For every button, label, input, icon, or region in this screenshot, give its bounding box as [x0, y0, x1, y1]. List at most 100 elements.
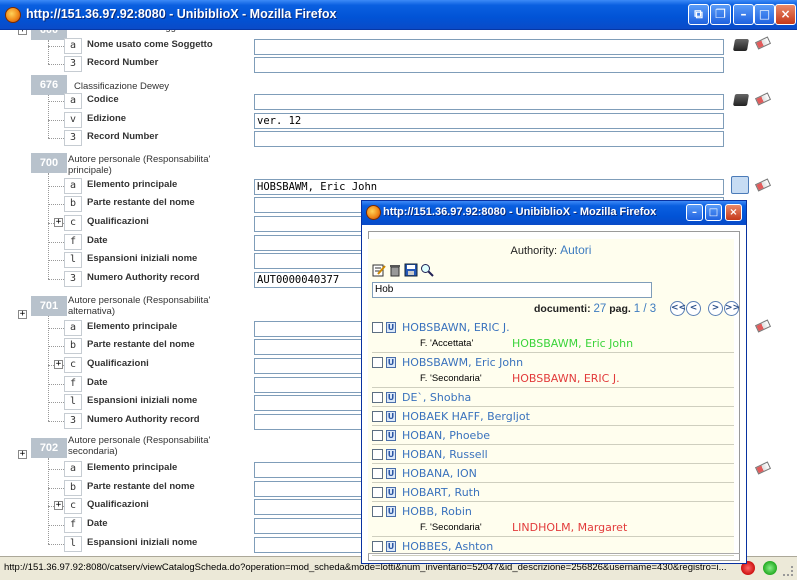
save-icon[interactable]	[404, 262, 418, 277]
select-checkbox[interactable]	[372, 487, 383, 498]
expand-field-702-icon[interactable]: +	[18, 450, 27, 459]
subfield-code-701-3: 3	[64, 413, 82, 429]
result-name[interactable]: HOBBES, Ashton	[402, 540, 493, 553]
popup-horizontal-scrollbar[interactable]	[368, 553, 740, 561]
tree-branch	[48, 242, 64, 243]
record-icon[interactable]: U	[386, 468, 396, 479]
clear-field-icon[interactable]	[754, 319, 772, 333]
subfield-input-700-a[interactable]: HOBSBAWM, Eric John	[254, 179, 724, 195]
next-page-button[interactable]: >	[708, 301, 723, 316]
expand-qualificazioni-icon[interactable]: +	[54, 218, 63, 227]
result-name[interactable]: HOBAN, Phoebe	[402, 429, 490, 442]
result-name[interactable]: HOBAEK HAFF, Bergljot	[402, 410, 530, 423]
popup-title-bar[interactable]: http://151.36.97.92:8080 - UnibiblioX - …	[362, 201, 746, 225]
popup-minimize-button[interactable]: –	[686, 204, 703, 221]
authority-search-input[interactable]: Hob	[372, 282, 652, 298]
minimize-button[interactable]: –	[733, 4, 754, 25]
result-alternate-name[interactable]: HOBSBAWM, Eric John	[512, 337, 633, 350]
subfield-label: Edizione	[87, 113, 127, 124]
result-name[interactable]: HOBSBAWN, ERIC J.	[402, 321, 510, 334]
result-name[interactable]: HOBAN, Russell	[402, 448, 488, 461]
result-name[interactable]: DE`, Shobha	[402, 391, 471, 404]
result-name[interactable]: HOBART, Ruth	[402, 486, 480, 499]
select-checkbox[interactable]	[372, 449, 383, 460]
result-row: U HOBAN, Phoebe	[372, 426, 734, 445]
record-icon[interactable]: U	[386, 541, 396, 552]
record-icon[interactable]: U	[386, 487, 396, 498]
select-checkbox[interactable]	[372, 357, 383, 368]
record-icon[interactable]: U	[386, 506, 396, 517]
record-icon[interactable]: U	[386, 357, 396, 368]
clear-field-icon[interactable]	[754, 461, 772, 475]
record-icon[interactable]: U	[386, 322, 396, 333]
field-heading-600: Nome usato come Soggetto	[74, 30, 374, 33]
result-row: U DE`, Shobha	[372, 388, 734, 407]
field-tag-700: 700	[31, 153, 67, 173]
result-row: U HOBART, Ruth	[372, 483, 734, 502]
result-name[interactable]: HOBANA, ION	[402, 467, 477, 480]
record-icon[interactable]: U	[386, 430, 396, 441]
subfield-label: Codice	[87, 94, 119, 105]
subfield-code-702-c: c	[64, 498, 82, 514]
select-checkbox[interactable]	[372, 541, 383, 552]
expand-qualificazioni-icon[interactable]: +	[54, 501, 63, 510]
clear-field-icon[interactable]	[754, 36, 772, 50]
clear-field-icon[interactable]	[754, 92, 772, 106]
popup-maximize-button[interactable]: □	[705, 204, 722, 221]
subfield-input-600-3[interactable]	[254, 57, 724, 73]
first-page-button[interactable]: <<	[670, 301, 686, 316]
subfield-label: Elemento principale	[87, 462, 178, 473]
select-checkbox[interactable]	[372, 468, 383, 479]
result-alternate-name[interactable]: LINDHOLM, Margaret	[512, 521, 627, 534]
select-checkbox[interactable]	[372, 322, 383, 333]
record-icon[interactable]: U	[386, 449, 396, 460]
ok-icon[interactable]	[763, 561, 777, 575]
restore-window-button[interactable]: ⧉	[688, 4, 709, 25]
subfield-input-600-a[interactable]	[254, 39, 724, 55]
clear-field-icon[interactable]	[754, 178, 772, 192]
close-button[interactable]: ×	[775, 4, 796, 25]
subfield-label: Qualificazioni	[87, 358, 149, 369]
authority-lookup-active-icon[interactable]	[731, 176, 749, 194]
subfield-input-676-a[interactable]	[254, 94, 724, 110]
record-icon[interactable]: U	[386, 392, 396, 403]
subfield-label: Parte restante del nome	[87, 339, 195, 350]
authority-lookup-icon[interactable]	[732, 39, 750, 51]
result-row: U HOBAEK HAFF, Bergljot	[372, 407, 734, 426]
select-checkbox[interactable]	[372, 411, 383, 422]
result-form: F. 'Secondaria'	[420, 522, 482, 533]
subfield-code-701-c: c	[64, 357, 82, 373]
subfield-input-676-v[interactable]: ver. 12	[254, 113, 724, 129]
result-name[interactable]: HOBSBAWM, Eric John	[402, 356, 523, 369]
maximize-button[interactable]: □	[754, 4, 775, 25]
delete-icon[interactable]	[388, 262, 402, 277]
expand-field-701-icon[interactable]: +	[18, 310, 27, 319]
tile-window-button[interactable]: ❐	[710, 4, 731, 25]
subfield-code-700-a: a	[64, 178, 82, 194]
tree-branch	[48, 279, 64, 280]
search-icon[interactable]	[420, 262, 434, 277]
result-name[interactable]: HOBB, Robin	[402, 505, 472, 518]
select-checkbox[interactable]	[372, 392, 383, 403]
record-icon[interactable]: U	[386, 411, 396, 422]
select-checkbox[interactable]	[372, 506, 383, 517]
window-title-bar[interactable]: http://151.36.97.92:8080 - UnibiblioX - …	[0, 0, 797, 30]
resize-grip-icon[interactable]	[783, 566, 793, 576]
edit-icon[interactable]	[372, 262, 386, 277]
prev-page-button[interactable]: <	[686, 301, 701, 316]
subfield-label: Qualificazioni	[87, 499, 149, 510]
popup-close-button[interactable]: ×	[725, 204, 742, 221]
subfield-label: Numero Authority record	[87, 414, 200, 425]
tree-branch	[48, 204, 64, 205]
select-checkbox[interactable]	[372, 430, 383, 441]
subfield-code-702-l: l	[64, 536, 82, 552]
expand-qualificazioni-icon[interactable]: +	[54, 360, 63, 369]
subfield-input-676-3[interactable]	[254, 131, 724, 147]
authority-lookup-icon[interactable]	[732, 94, 750, 106]
expand-field-600-icon[interactable]: +	[18, 30, 27, 35]
last-page-button[interactable]: >>	[724, 301, 740, 316]
authority-value[interactable]: Autori	[560, 243, 591, 257]
tree-branch	[48, 46, 64, 47]
subfield-code-701-b: b	[64, 338, 82, 354]
result-alternate-name[interactable]: HOBSBAWN, ERIC J.	[512, 372, 620, 385]
